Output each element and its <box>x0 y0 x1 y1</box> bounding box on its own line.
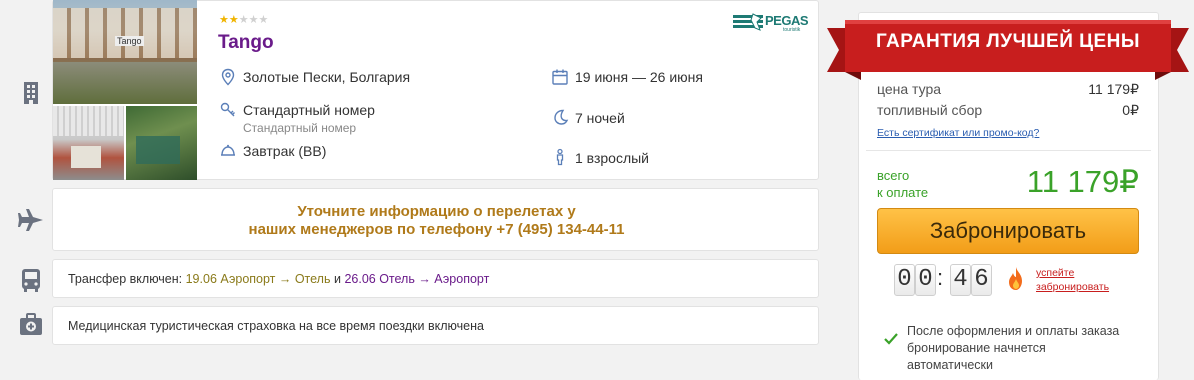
medkit-icon <box>20 313 42 335</box>
timer-colon: : <box>937 265 944 290</box>
pegas-horse-icon <box>733 13 763 31</box>
plane-icon <box>18 209 43 231</box>
check-icon <box>884 333 898 345</box>
star-empty-icon: ★ <box>238 14 249 26</box>
person-icon <box>556 148 564 166</box>
booking-note-line3: автоматически <box>907 358 993 372</box>
transfer-seg1-route: Аэропорт → Отель <box>220 272 331 286</box>
fuel-fee-row: топливный сбор 0₽ <box>877 102 1139 118</box>
star-empty-icon: ★ <box>248 14 259 26</box>
transfer-card: Трансфер включен: 19.06 Аэропорт → Отель… <box>52 259 819 298</box>
hurry-book-line2: забронировать <box>1036 281 1110 293</box>
pin-icon <box>221 68 235 86</box>
building-icon <box>24 82 38 104</box>
total-label-line2: к оплате <box>877 185 929 200</box>
flight-info-line2: наших менеджеров по телефону +7 (495) 13… <box>248 221 625 238</box>
operator-logo-subtext: touristik <box>783 27 801 33</box>
transfer-seg1-date: 19.06 <box>185 272 217 286</box>
book-button-label: Забронировать <box>929 218 1087 243</box>
hotel-photo-main[interactable]: Tango <box>53 0 197 104</box>
operator-logo: PEGAS touristik <box>733 12 815 34</box>
hotel-location: Золотые Пески, Болгария <box>243 69 411 85</box>
total-label-line1: всего <box>877 168 910 183</box>
hotel-photo-3[interactable] <box>126 106 197 180</box>
book-button[interactable]: Забронировать <box>877 208 1139 254</box>
transfer-joiner: и <box>330 272 345 286</box>
best-price-banner-text: ГАРАНТИЯ ЛУЧШЕЙ ЦЕНЫ <box>875 31 1140 52</box>
promo-code-link[interactable]: Есть сертификат или промо-код? <box>877 127 1039 139</box>
flight-card: Уточните информацию о перелетах у наших … <box>52 188 819 251</box>
hotel-photo-sign: Tango <box>115 36 144 46</box>
hurry-book-line1: успейте <box>1036 267 1075 279</box>
hotel-stars: ★★★★★ <box>219 13 268 26</box>
transfer-seg2-date: 26.06 <box>344 272 376 286</box>
timer-digit: 6 <box>971 264 992 296</box>
bus-icon <box>22 269 40 292</box>
fuel-fee-label: топливный сбор <box>877 102 983 118</box>
fuel-fee-value: 0₽ <box>1122 102 1139 118</box>
timer-digit: 0 <box>915 264 936 296</box>
booking-note: После оформления и оплаты заказа брониро… <box>907 323 1119 374</box>
transfer-seg2-route: Отель → Аэропорт <box>379 272 490 286</box>
transfer-prefix: Трансфер включен: <box>68 272 186 286</box>
operator-logo-text: PEGAS <box>765 13 809 28</box>
tour-price-value: 11 179₽ <box>1088 81 1139 97</box>
total-label: всего к оплате <box>877 167 928 201</box>
tour-price-label: цена тура <box>877 81 942 97</box>
flame-icon <box>1009 267 1022 290</box>
star-filled-icon: ★ <box>219 14 229 26</box>
insurance-card: Медицинская туристическая страховка на в… <box>52 306 819 345</box>
timer-digit: 4 <box>950 264 971 296</box>
hotel-name[interactable]: Tango <box>218 32 274 54</box>
trip-dates: 19 июня — 26 июня <box>575 69 703 85</box>
hotel-meal: Завтрак (BB) <box>243 143 327 159</box>
hotel-room-sub: Стандартный номер <box>243 121 357 135</box>
trip-guests: 1 взрослый <box>575 150 649 166</box>
moon-icon <box>554 109 569 125</box>
calendar-icon <box>552 69 568 85</box>
transfer-info: Трансфер включен: 19.06 Аэропорт → Отель… <box>68 272 489 286</box>
flight-info-line1: Уточните информацию о перелетах у <box>297 203 576 220</box>
hotel-photo-2[interactable] <box>53 106 124 180</box>
timer-digit: 0 <box>894 264 915 296</box>
trip-nights: 7 ночей <box>575 110 625 126</box>
hurry-book-link[interactable]: успейте забронировать <box>1036 266 1109 294</box>
insurance-text: Медицинская туристическая страховка на в… <box>68 319 484 333</box>
tour-price-row: цена тура 11 179₽ <box>877 81 1139 97</box>
booking-note-line2: бронирование начнется <box>907 341 1046 355</box>
tray-icon <box>221 144 235 156</box>
booking-note-line1: После оформления и оплаты заказа <box>907 324 1120 338</box>
hotel-room: Стандартный номер <box>243 102 375 118</box>
key-icon <box>220 102 235 117</box>
total-value: 11 179₽ <box>1026 164 1139 199</box>
price-divider <box>866 150 1151 151</box>
star-filled-icon: ★ <box>228 14 239 26</box>
star-empty-icon: ★ <box>258 14 269 26</box>
